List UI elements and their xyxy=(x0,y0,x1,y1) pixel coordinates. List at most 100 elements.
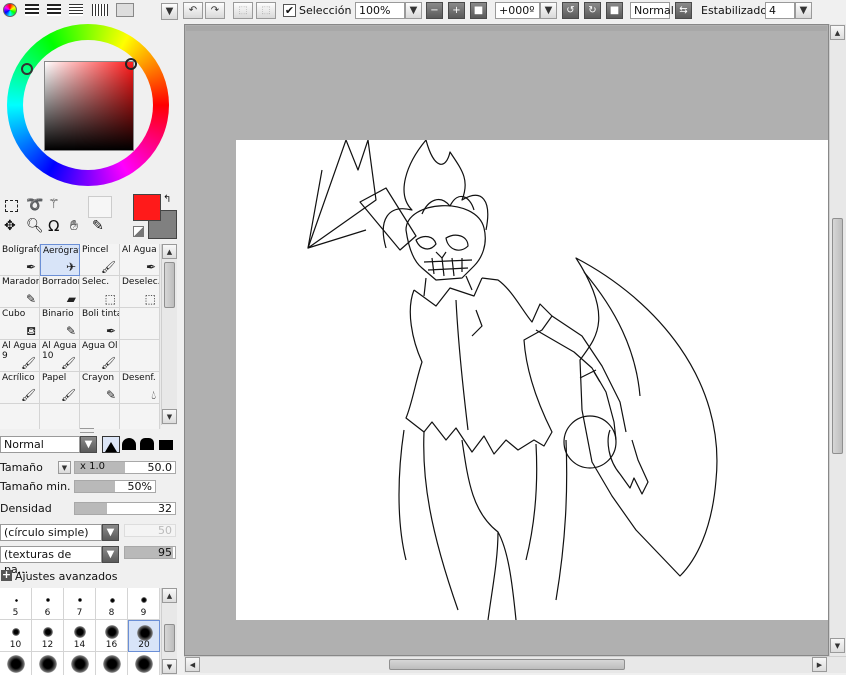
canvas-horizontal-scrollbar[interactable]: ◀ ▶ xyxy=(184,656,846,673)
tool-18[interactable]: Papel 🖌︎ xyxy=(40,372,80,404)
tool-17[interactable]: Acrílico 🖌︎ xyxy=(0,372,40,404)
min-size-slider[interactable]: 50% xyxy=(74,480,156,493)
tool-15[interactable]: Agua Ol 🖌︎ xyxy=(80,340,120,372)
color-square[interactable] xyxy=(44,61,134,151)
invert-selection-button[interactable]: ⬚ xyxy=(256,2,276,19)
brush-edge-hard-icon[interactable] xyxy=(102,436,120,453)
canvas-horizontal-scroll-thumb[interactable] xyxy=(389,659,625,670)
swatches-view-icon[interactable] xyxy=(69,4,83,16)
brush-shape-field[interactable]: (círculo simple) xyxy=(0,524,102,541)
advanced-settings-label[interactable]: Ajustes avanzados xyxy=(15,570,118,584)
tool-grid-scrollbar[interactable]: ▲ ▼ xyxy=(161,244,177,425)
canvas-vertical-scrollbar[interactable]: ▲ ▼ xyxy=(829,24,846,656)
brush-size-preset[interactable]: 8 xyxy=(96,588,128,620)
scratchpad-view-icon[interactable] xyxy=(116,3,134,17)
tool-14[interactable]: Al Agua 10 🖌︎ xyxy=(40,340,80,372)
zoom-in-button[interactable]: + xyxy=(448,2,465,19)
zoom-field[interactable]: 100% xyxy=(355,2,405,19)
tool-grid-scroll-thumb[interactable] xyxy=(164,262,175,308)
brush-edge-soft-icon[interactable] xyxy=(122,438,136,450)
brush-size-preset[interactable] xyxy=(128,652,160,675)
brush-size-preset[interactable] xyxy=(32,652,64,675)
tool-11[interactable]: Boli tinta ✒ xyxy=(80,308,120,340)
tool-2[interactable]: Aerógraf ✈ xyxy=(40,244,80,276)
palette-view-icon[interactable] xyxy=(92,4,108,16)
brush-edge-flat-icon[interactable] xyxy=(159,440,173,450)
hsv-sliders-view-icon[interactable] xyxy=(47,4,61,16)
rgb-sliders-view-icon[interactable] xyxy=(25,4,39,16)
hand-icon[interactable]: ✋︎ xyxy=(70,219,78,233)
size-scroll-up-icon[interactable]: ▲ xyxy=(162,588,177,603)
brush-size-preset[interactable]: 5 xyxy=(0,588,32,620)
eyedropper-icon[interactable]: ✎ xyxy=(92,219,104,233)
stabilizer-field[interactable]: 4 xyxy=(765,2,795,19)
tool-7[interactable]: Selec. ⬚ xyxy=(80,276,120,308)
rect-select-icon[interactable] xyxy=(5,200,18,212)
selection-checkbox[interactable]: ✔ xyxy=(283,4,296,17)
tool-1[interactable]: Bolígrafc ✒ xyxy=(0,244,40,276)
canvas-scroll-right-icon[interactable]: ▶ xyxy=(812,657,827,672)
size-scroll-down-icon[interactable]: ▼ xyxy=(162,659,177,674)
rotation-reset-button[interactable]: ■ xyxy=(606,2,623,19)
canvas-scroll-up-icon[interactable]: ▲ xyxy=(830,25,845,40)
lasso-icon[interactable]: ➰ xyxy=(26,198,43,212)
brush-texture-slider[interactable]: 95 xyxy=(124,546,176,559)
blend-mode-field[interactable]: Normal xyxy=(630,2,674,19)
canvas-scroll-left-icon[interactable]: ◀ xyxy=(185,657,200,672)
primary-color-swatch[interactable] xyxy=(133,194,161,221)
brush-size-preset[interactable]: 6 xyxy=(32,588,64,620)
brush-size-preset[interactable] xyxy=(96,652,128,675)
brush-size-preset[interactable]: 16 xyxy=(96,620,128,652)
flip-view-button[interactable]: ⇆ xyxy=(675,2,692,19)
canvas-scroll-down-icon[interactable]: ▼ xyxy=(830,638,845,653)
magic-wand-icon[interactable]: ⚚ xyxy=(48,198,60,212)
tool-19[interactable]: Crayon ✎ xyxy=(80,372,120,404)
color-wheel-view-icon[interactable] xyxy=(3,3,17,17)
saturation-marker-icon[interactable] xyxy=(125,58,137,70)
size-multiplier-dropdown-icon[interactable]: ▼ xyxy=(58,461,71,474)
tool-9[interactable]: Cubo ⛾ xyxy=(0,308,40,340)
deselect-button[interactable]: ⬚ xyxy=(233,2,253,19)
tool-4[interactable]: Al Agua ✒ xyxy=(120,244,160,276)
tool-20[interactable]: Desenf. 💧︎ xyxy=(120,372,160,404)
brush-size-scrollbar[interactable]: ▲ ▼ xyxy=(161,588,177,675)
scroll-down-icon[interactable]: ▼ xyxy=(162,409,177,424)
brush-size-preset[interactable]: 10 xyxy=(0,620,32,652)
brush-size-preset[interactable]: 7 xyxy=(64,588,96,620)
tool-3[interactable]: Pincel 🖌︎ xyxy=(80,244,120,276)
tool-10[interactable]: Binario ✎ xyxy=(40,308,80,340)
zoom-tool-icon[interactable]: 🔍︎ xyxy=(26,219,44,233)
brush-edge-medium-icon[interactable] xyxy=(140,438,154,450)
brush-texture-dropdown-icon[interactable]: ▼ xyxy=(102,546,119,563)
rotate-left-button[interactable]: ↺ xyxy=(562,2,579,19)
rotation-dropdown-icon[interactable]: ▼ xyxy=(540,2,557,19)
brush-size-preset[interactable] xyxy=(0,652,32,675)
brush-size-preset[interactable] xyxy=(64,652,96,675)
brush-mode-field[interactable]: Normal xyxy=(0,436,80,453)
size-slider[interactable]: x 1.0 50.0 xyxy=(74,461,176,474)
panel-menu-dropdown-icon[interactable]: ▼ xyxy=(161,3,178,20)
rotate-right-button[interactable]: ↻ xyxy=(584,2,601,19)
undo-button[interactable]: ↶ xyxy=(183,2,203,19)
tool-5[interactable]: Marador ✎ xyxy=(0,276,40,308)
expand-advanced-icon[interactable]: + xyxy=(1,569,12,581)
hue-marker-icon[interactable] xyxy=(21,63,33,75)
brush-size-preset[interactable]: 14 xyxy=(64,620,96,652)
brush-size-preset[interactable]: 9 xyxy=(128,588,160,620)
rotation-field[interactable]: +000º xyxy=(495,2,540,19)
drawing-canvas[interactable] xyxy=(236,140,828,620)
tool-6[interactable]: Borrador ▰ xyxy=(40,276,80,308)
zoom-dropdown-icon[interactable]: ▼ xyxy=(405,2,422,19)
reset-colors-icon[interactable] xyxy=(133,226,144,237)
redo-button[interactable]: ↷ xyxy=(205,2,225,19)
panel-splitter[interactable] xyxy=(80,428,94,433)
swap-colors-icon[interactable]: ↰ xyxy=(163,194,171,205)
brush-mode-dropdown-icon[interactable]: ▼ xyxy=(80,436,97,453)
tool-8[interactable]: Deselec. ⬚ xyxy=(120,276,160,308)
size-scroll-thumb[interactable] xyxy=(164,624,175,652)
brush-shape-dropdown-icon[interactable]: ▼ xyxy=(102,524,119,541)
scroll-up-icon[interactable]: ▲ xyxy=(162,244,177,259)
move-icon[interactable]: ✥ xyxy=(4,219,16,233)
canvas-vertical-scroll-thumb[interactable] xyxy=(832,218,843,454)
zoom-reset-button[interactable]: ■ xyxy=(470,2,487,19)
